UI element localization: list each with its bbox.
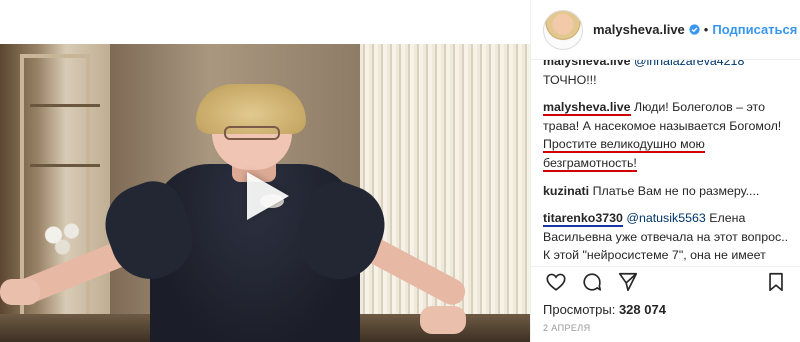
comment: kuzinati Платье Вам не по размеру....	[543, 182, 789, 201]
bookmark-icon	[769, 272, 783, 291]
comment-text-highlighted: безграмотность!	[543, 155, 637, 172]
comment-text-highlighted: Простите великодушно мою	[543, 137, 705, 154]
comment-icon	[583, 272, 602, 291]
comment-text: Люди! Болеголов – это	[633, 100, 765, 115]
person-glasses	[224, 126, 280, 140]
shelf	[30, 104, 100, 107]
follow-button[interactable]: Подписаться	[712, 22, 797, 37]
share-icon	[618, 272, 638, 291]
comment-button[interactable]	[579, 269, 605, 295]
comment-user[interactable]: kuzinati	[543, 184, 589, 198]
post-header: malysheva.live • Подписаться	[531, 0, 800, 60]
comment: malysheva.live @irinalazareva4218 ТОЧНО!…	[543, 60, 789, 89]
views-count[interactable]: Просмотры: 328 074	[543, 302, 666, 317]
comment-mention[interactable]: @natusik5563	[626, 211, 705, 225]
views-value: 328 074	[618, 302, 666, 317]
comment-text: ТОЧНО!!!	[543, 72, 597, 87]
verified-badge-icon	[689, 24, 700, 35]
comment-user[interactable]: malysheva.live	[543, 60, 631, 68]
person-hand-left	[0, 279, 40, 305]
avatar[interactable]	[543, 9, 583, 50]
like-button[interactable]	[543, 269, 569, 295]
flower-vase	[40, 219, 85, 259]
views-label: Просмотры:	[543, 302, 616, 317]
comment: malysheva.live Люди! Болеголов – это тра…	[543, 98, 789, 172]
share-button[interactable]	[615, 269, 641, 295]
play-icon-shape	[247, 172, 289, 220]
comment: titarenko3730 @natusik5563 Елена Василье…	[543, 209, 789, 266]
action-bar	[531, 266, 800, 296]
post-date[interactable]: 2 АПРЕЛЯ	[543, 323, 591, 333]
comment-text: Платье Вам не по размеру....	[592, 183, 760, 198]
save-button[interactable]	[763, 269, 789, 295]
comments-list[interactable]: malysheva.live @irinalazareva4218 ТОЧНО!…	[531, 60, 800, 266]
comment-text: трава! А насекомое называется Богомол!	[543, 118, 782, 133]
person-hand-right	[420, 306, 466, 334]
shelf	[30, 164, 100, 167]
heart-icon	[546, 273, 566, 291]
post-video[interactable]	[0, 44, 530, 342]
separator-dot: •	[703, 22, 709, 37]
post-sidebar: malysheva.live • Подписаться malysheva.l…	[530, 0, 800, 342]
comment-mention[interactable]: @irinalazareva4218	[634, 60, 744, 68]
post-username[interactable]: malysheva.live	[593, 22, 685, 37]
comment-user[interactable]: malysheva.live	[543, 100, 631, 117]
comment-user[interactable]: titarenko3730	[543, 211, 623, 228]
play-icon[interactable]	[237, 168, 293, 224]
